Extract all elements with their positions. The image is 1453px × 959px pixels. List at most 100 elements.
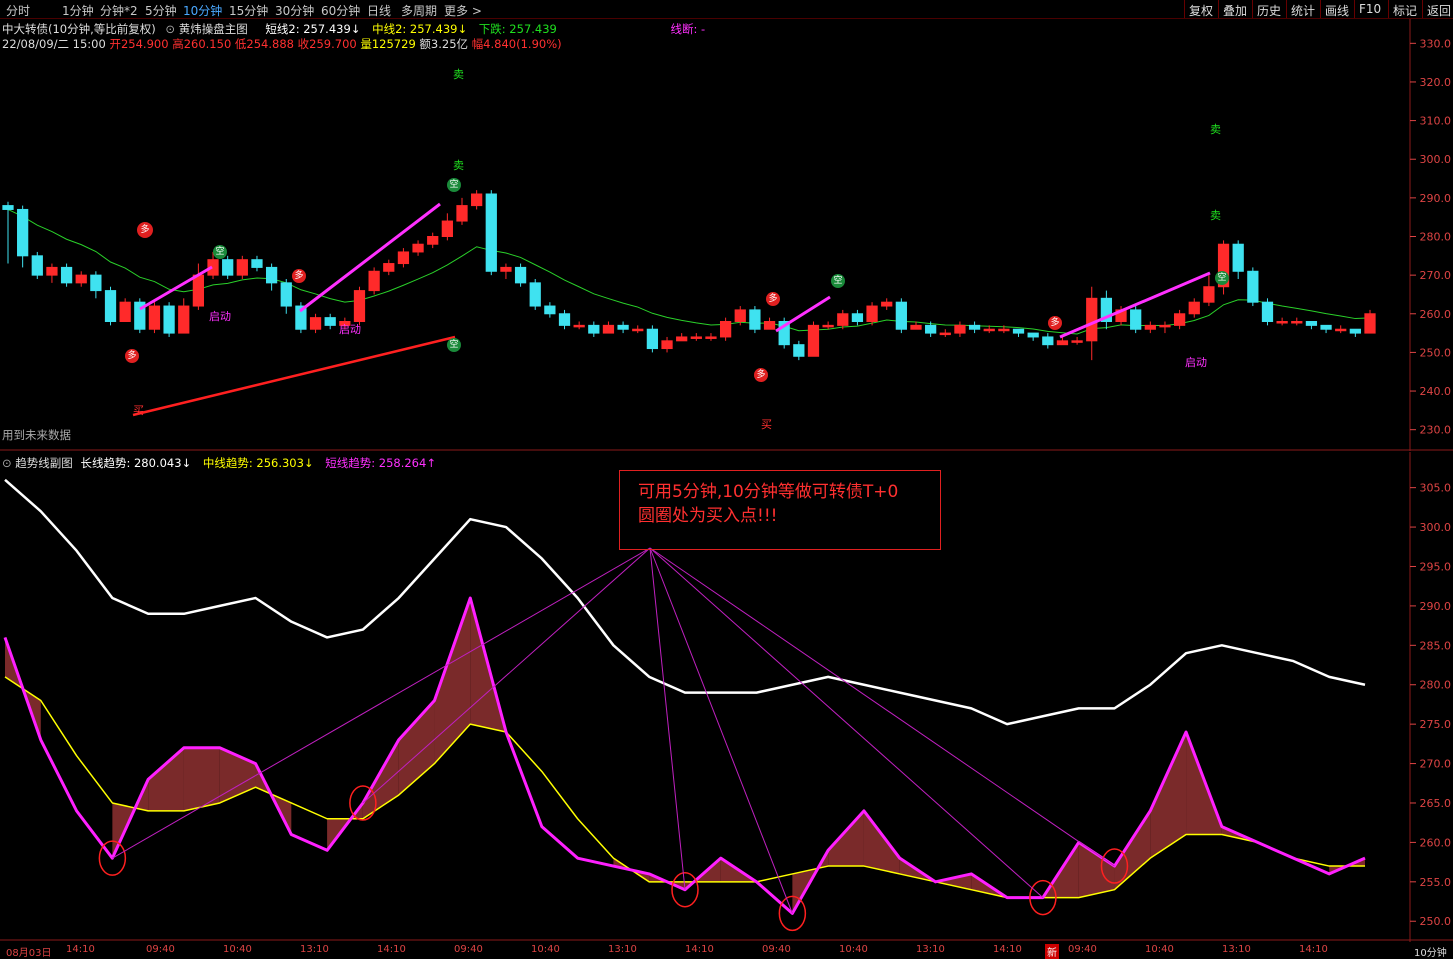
period-toolbar: 分时 1分钟 分钟*2 5分钟 10分钟 15分钟 30分钟 60分钟 日线 多… [0, 0, 1453, 19]
back-button[interactable]: 返回 [1422, 0, 1453, 18]
mark-button[interactable]: 标记 [1388, 0, 1421, 18]
candle-body [1144, 324, 1156, 330]
y-tick-label: 285.0 [1420, 639, 1452, 652]
stats-button[interactable]: 统计 [1286, 0, 1319, 18]
candle-body [632, 328, 644, 332]
candle-body [895, 301, 907, 330]
x-tick-label: 10:40 [1145, 944, 1174, 955]
tab-15min[interactable]: 15分钟 [229, 2, 268, 19]
x-tick-label: 10:40 [531, 944, 560, 955]
candle-body [1261, 301, 1274, 323]
tab-fenshi[interactable]: 分时 [6, 2, 30, 19]
many-marker: 多 [292, 269, 306, 283]
candle-body [851, 313, 864, 323]
candle-body [1012, 328, 1025, 334]
y-tick-label: 260.0 [1420, 308, 1452, 321]
candle-body [588, 324, 600, 334]
tab-1min[interactable]: 1分钟 [62, 2, 94, 19]
new-badge: 新 [1045, 944, 1059, 959]
f10-button[interactable]: F10 [1354, 0, 1385, 18]
candle-body [500, 266, 512, 272]
tab-30min[interactable]: 30分钟 [275, 2, 314, 19]
x-tick-label: 09:40 [762, 944, 791, 955]
y-tick-label: 300.0 [1420, 521, 1452, 534]
candle-body [412, 243, 424, 253]
sell-signal: 卖 [1210, 209, 1221, 222]
candle-body [1364, 313, 1376, 334]
candle-body [558, 313, 571, 326]
y-tick-label: 280.0 [1420, 231, 1452, 244]
y-tick-label: 300.0 [1420, 153, 1452, 166]
history-button[interactable]: 历史 [1252, 0, 1285, 18]
sell-signal: 卖 [1210, 123, 1221, 136]
candle-body [324, 317, 336, 326]
candle-body [1159, 324, 1171, 328]
candle-body [822, 324, 834, 328]
y-tick-label: 290.0 [1420, 192, 1452, 205]
many-marker: 多 [1048, 316, 1062, 330]
candle-body [676, 336, 688, 342]
candle-body [1071, 340, 1083, 343]
candle-body [910, 324, 922, 330]
candle-body [1086, 297, 1098, 342]
tab-daily[interactable]: 日线 [367, 2, 391, 19]
y-tick-label: 270.0 [1420, 269, 1452, 282]
y-tick-label: 240.0 [1420, 385, 1452, 398]
y-tick-label: 250.0 [1420, 915, 1452, 928]
annotation-box: 可用5分钟,10分钟等做可转债T+0 圆圈处为买入点!!! [619, 470, 941, 550]
empty-marker: 空 [447, 178, 461, 192]
annotation-pointer [649, 547, 686, 890]
tab-60min[interactable]: 60分钟 [321, 2, 360, 19]
candle-body [222, 259, 234, 276]
y-tick-label: 265.0 [1420, 797, 1452, 810]
x-tick-label: 09:40 [454, 944, 483, 955]
fuquan-button[interactable]: 复权 [1184, 0, 1217, 18]
buy-trend-line [132, 335, 456, 417]
candle-body [529, 282, 541, 307]
candle-body [1335, 328, 1347, 332]
candle-body [397, 251, 410, 265]
y-tick-label: 295.0 [1420, 560, 1452, 573]
tab-1min-x2[interactable]: 分钟*2 [100, 2, 138, 19]
y-tick-label: 305.0 [1420, 482, 1452, 495]
y-tick-label: 290.0 [1420, 600, 1452, 613]
draw-button[interactable]: 画线 [1320, 0, 1353, 18]
candle-body [1232, 243, 1244, 272]
candle-body [1349, 328, 1361, 334]
candle-body [353, 290, 366, 323]
annotation-pointer [112, 547, 651, 859]
many-marker: 多 [754, 368, 768, 382]
tab-5min[interactable]: 5分钟 [145, 2, 177, 19]
x-tick-label: 14:10 [993, 944, 1022, 955]
many-marker: 多 [137, 222, 153, 238]
candle-body [837, 313, 849, 326]
tab-10min[interactable]: 10分钟 [183, 2, 222, 19]
x-tick-label: 14:10 [1299, 944, 1328, 955]
candle-body [383, 263, 395, 272]
annotation-pointer [362, 547, 651, 804]
candle-body [1130, 309, 1142, 330]
main-candle-chart[interactable]: 230.0 240.0 250.0 260.0 270.0 280.0 290.0 300.0… [0, 19, 1453, 451]
many-marker: 多 [125, 349, 139, 363]
y-tick-label: 330.0 [1420, 37, 1452, 50]
start-signal: 启动 [339, 323, 361, 336]
x-tick-label: 09:40 [146, 944, 175, 955]
x-tick-label: 13:10 [1222, 944, 1251, 955]
candle-body [192, 274, 205, 307]
tab-multi-period[interactable]: 多周期 [401, 2, 437, 19]
x-tick-label: 14:10 [377, 944, 406, 955]
x-tick-label: 14:10 [685, 944, 714, 955]
candle-body [75, 274, 87, 284]
period-indicator: 10分钟 [1414, 948, 1447, 959]
candle-body [749, 309, 761, 330]
x-tick-label: 10:40 [839, 944, 868, 955]
trend-fill [148, 747, 184, 811]
candle-body [60, 266, 73, 284]
y-tick-label: 255.0 [1420, 876, 1452, 889]
overlay-button[interactable]: 叠加 [1218, 0, 1251, 18]
candle-body [456, 205, 468, 222]
candle-body [514, 266, 527, 284]
tab-more[interactable]: 更多 > [444, 2, 482, 19]
trend-arrow [775, 295, 831, 333]
candle-body [983, 328, 995, 332]
